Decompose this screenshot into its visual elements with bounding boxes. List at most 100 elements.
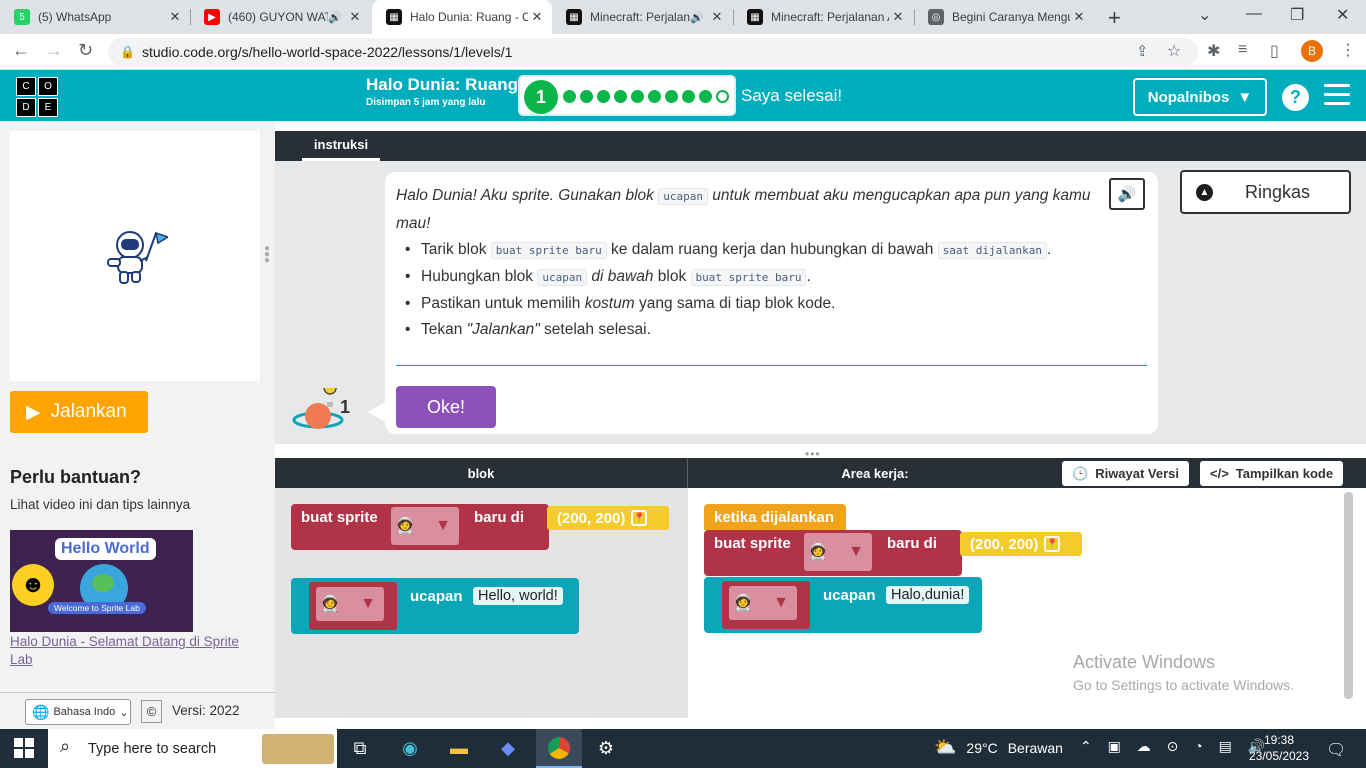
progress-dot[interactable] — [665, 90, 678, 103]
finish-link[interactable]: Saya selesai! — [741, 86, 842, 106]
video-link[interactable]: Halo Dunia - Selamat Datang di Sprite La… — [10, 633, 265, 669]
notification-icon[interactable]: 🗨 — [1326, 740, 1346, 760]
side-panel-icon[interactable]: ▯ — [1270, 41, 1279, 61]
minimize-button[interactable]: — — [1246, 5, 1262, 23]
hamburger-menu-icon[interactable] — [1324, 84, 1350, 105]
copilot-icon[interactable]: ◆ — [496, 736, 520, 760]
browser-tab[interactable]: ▦ Halo Dunia: Ruang - C ✕ — [372, 0, 552, 34]
close-tab-icon[interactable]: ✕ — [346, 9, 364, 25]
task-view-icon[interactable]: ⧉ — [348, 736, 372, 760]
video-thumbnail[interactable]: Hello World ☻ Welcome to Sprite Lab — [10, 530, 193, 632]
text-to-speech-icon[interactable]: 🔊 — [1109, 178, 1145, 210]
workspace-scrollbar[interactable] — [1344, 492, 1353, 699]
system-tray-icons[interactable]: ⌃ ▣ ☁ ⊙ ◔ ▤ 🔊 — [1080, 738, 1271, 755]
media-icon[interactable]: ≡ — [1238, 41, 1247, 59]
weather-widget[interactable]: ⛅ 29°C Berawan — [934, 737, 1063, 758]
tab-title: Begini Caranya Mengu — [952, 10, 1070, 24]
costume-dropdown[interactable]: 🧑‍🚀 ▼ — [391, 507, 459, 545]
run-button[interactable]: ▶ Jalankan — [10, 391, 148, 433]
clock-time: 19:38 — [1263, 733, 1295, 747]
version-text: Versi: 2022 — [172, 703, 240, 718]
audio-playing-icon[interactable]: 🔊 — [328, 11, 342, 24]
share-icon[interactable]: ⇪ — [1136, 42, 1149, 60]
close-tab-icon[interactable]: ✕ — [1070, 9, 1088, 25]
tab-title: (460) GUYON WAT — [228, 10, 329, 24]
browser-tab[interactable]: ▶ (460) GUYON WAT 🔊 ✕ — [190, 0, 370, 34]
audio-playing-icon[interactable]: 🔊 — [690, 11, 704, 24]
costume-dropdown[interactable]: 🧑‍🚀 ▼ — [316, 587, 384, 621]
resize-handle[interactable]: ● ● ● — [264, 244, 270, 266]
tab-instructions[interactable]: instruksi — [302, 131, 380, 161]
dropdown-arrow-icon: ▼ — [773, 594, 789, 611]
code-chip: ucapan — [658, 188, 708, 205]
block-label: ucapan — [410, 588, 463, 605]
pin-icon: 📍 — [631, 510, 648, 526]
progress-dot[interactable] — [699, 90, 712, 103]
close-window-button[interactable]: ✕ — [1336, 5, 1349, 25]
url-bar[interactable]: 🔒 studio.code.org/s/hello-world-space-202… — [108, 38, 1198, 66]
logo-letter: O — [38, 77, 58, 96]
sprite-stage[interactable] — [10, 131, 260, 381]
chrome-icon — [548, 737, 570, 759]
browser-tab[interactable]: ▦ Minecraft: Perjalanan A ✕ — [733, 0, 913, 34]
location-picker-block[interactable]: (200, 200) 📍 — [960, 532, 1082, 556]
browser-tab[interactable]: ▦ Minecraft: Perjalan 🔊 ✕ — [552, 0, 732, 34]
astronaut-costume-icon: 🧑‍🚀 — [808, 544, 828, 561]
costume-dropdown[interactable]: 🧑‍🚀 ▼ — [729, 586, 797, 620]
code-org-logo[interactable]: C O D E — [16, 77, 58, 117]
kebab-menu-icon[interactable]: ⋮ — [1340, 40, 1356, 60]
instruction-list: Tarik blok buat sprite baru ke dalam rua… — [405, 237, 1150, 343]
location-picker-block[interactable]: (200, 200) 📍 — [547, 506, 669, 530]
show-code-button[interactable]: </> Tampilkan kode — [1200, 461, 1344, 486]
progress-dot[interactable] — [563, 90, 576, 103]
progress-dot[interactable] — [614, 90, 627, 103]
progress-dot[interactable] — [682, 90, 695, 103]
video-thumb-title: Hello World — [55, 538, 156, 560]
reload-icon[interactable]: ↻ — [78, 40, 93, 61]
when-run-block[interactable]: ketika dijalankan — [704, 504, 846, 530]
help-heading: Perlu bantuan? — [10, 467, 142, 487]
close-tab-icon[interactable]: ✕ — [889, 9, 907, 25]
close-tab-icon[interactable]: ✕ — [528, 9, 546, 25]
browser-tab[interactable]: ◎ Begini Caranya Mengu ✕ — [914, 0, 1094, 34]
code-org-icon: ▦ — [566, 9, 582, 25]
file-explorer-icon[interactable]: ▬ — [447, 736, 471, 760]
profile-avatar[interactable]: B — [1301, 40, 1323, 62]
help-text: Lihat video ini dan tips lainnya — [10, 497, 191, 512]
restore-button[interactable]: ❐ — [1290, 5, 1304, 25]
browser-tab[interactable]: 5 (5) WhatsApp ✕ — [0, 0, 190, 34]
help-button[interactable]: ? — [1282, 84, 1309, 111]
current-level-bubble[interactable]: 1 — [524, 80, 558, 114]
progress-dot[interactable] — [631, 90, 644, 103]
new-tab-button[interactable]: + — [1108, 5, 1121, 31]
costume-dropdown[interactable]: 🧑‍🚀 ▼ — [804, 533, 872, 571]
tab-search-icon[interactable]: ⌄ — [1198, 5, 1211, 25]
collapse-instructions-button[interactable]: ▲ Ringkas — [1180, 170, 1351, 214]
extensions-icon[interactable]: ✱ — [1207, 41, 1220, 61]
globe-icon: 🌐 — [32, 703, 50, 720]
code-chip: buat sprite baru — [490, 242, 607, 259]
user-menu-button[interactable]: Nopalnibos ▼ — [1133, 78, 1267, 116]
ok-button[interactable]: Oke! — [396, 386, 496, 428]
say-text-field[interactable]: Halo,dunia! — [886, 586, 970, 604]
bookmark-star-icon[interactable]: ☆ — [1167, 41, 1181, 61]
chrome-taskbar-button[interactable] — [536, 729, 582, 768]
edge-icon[interactable]: ◉ — [398, 736, 422, 760]
forward-icon[interactable]: → — [45, 40, 63, 61]
close-tab-icon[interactable]: ✕ — [166, 9, 184, 25]
settings-gear-icon[interactable]: ⚙ — [594, 736, 618, 760]
progress-dot[interactable] — [716, 90, 729, 103]
progress-dot[interactable] — [580, 90, 593, 103]
say-text-field[interactable]: Hello, world! — [473, 587, 563, 605]
location-value: (200, 200) — [970, 535, 1039, 553]
version-history-button[interactable]: 🕒 Riwayat Versi — [1062, 461, 1190, 486]
close-tab-icon[interactable]: ✕ — [708, 9, 726, 25]
windows-start-icon[interactable] — [14, 738, 34, 758]
taskbar-clock[interactable]: 19:38 23/05/2023 — [1248, 732, 1310, 764]
back-icon[interactable]: ← — [12, 40, 30, 61]
progress-dot[interactable] — [648, 90, 661, 103]
copyright-button[interactable]: © — [141, 700, 162, 723]
astronaut-sprite — [107, 231, 168, 284]
language-select[interactable]: 🌐 Bahasa Indo ⌄ — [25, 699, 131, 725]
progress-dot[interactable] — [597, 90, 610, 103]
